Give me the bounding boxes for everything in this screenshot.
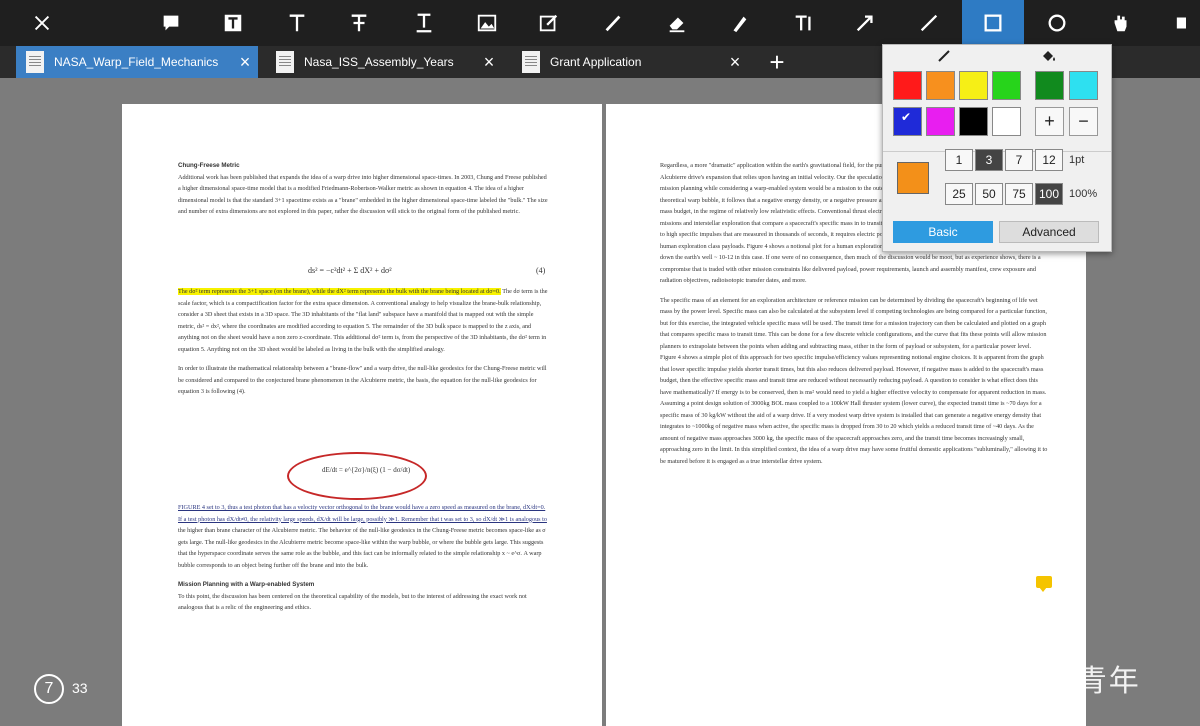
text-insert-icon[interactable] [772, 0, 834, 46]
text-box-icon[interactable] [202, 0, 264, 46]
highlighter-icon[interactable] [708, 0, 770, 46]
basic-mode-button[interactable]: Basic [893, 221, 993, 243]
opacity-button[interactable]: 75 [1005, 183, 1033, 205]
settings-icon[interactable] [1150, 0, 1200, 46]
main-toolbar [0, 0, 1200, 46]
stroke-size-button[interactable]: 12 [1035, 149, 1063, 171]
advanced-mode-button[interactable]: Advanced [999, 221, 1099, 243]
watermark: 知乎 @才华无量青年 [842, 665, 1141, 698]
pen-icon[interactable] [937, 49, 951, 66]
total-pages: 33 [72, 680, 88, 696]
tab-label: Grant Application [550, 55, 642, 69]
comment-note-icon[interactable] [1036, 576, 1052, 592]
line-icon[interactable] [898, 0, 960, 46]
color-swatch-light-green[interactable] [992, 71, 1021, 100]
stroke-size-unit: 1pt [1069, 154, 1085, 166]
opacity-button[interactable]: 50 [975, 183, 1003, 205]
tab-label: Nasa_ISS_Assembly_Years [304, 55, 454, 69]
close-tab-icon[interactable]: × [232, 52, 258, 73]
shape-style-popup: + − 1 3 7 12 1pt 25 50 75 100 100% Basic… [882, 44, 1112, 252]
tab-nasa-iss-assembly[interactable]: Nasa_ISS_Assembly_Years × [266, 46, 502, 78]
pen-icon[interactable] [582, 0, 644, 46]
close-tab-icon[interactable]: × [476, 52, 502, 73]
eraser-icon[interactable] [646, 0, 708, 46]
pdf-page-left: Chung-Freese Metric Additional work has … [122, 104, 602, 726]
tab-grant-application[interactable]: Grant Application × [512, 46, 748, 78]
arrow-icon[interactable] [834, 0, 896, 46]
current-page-indicator[interactable]: 7 [34, 674, 64, 704]
tab-nasa-warp-field[interactable]: NASA_Warp_Field_Mechanics × [16, 46, 258, 78]
circle-icon[interactable] [1026, 0, 1088, 46]
popup-tabs [883, 45, 1111, 67]
strikethrough-icon[interactable] [328, 0, 390, 46]
document-icon [522, 51, 540, 73]
hand-icon[interactable] [1090, 0, 1152, 46]
equation-number: (4) [536, 266, 546, 275]
text-icon[interactable] [266, 0, 328, 46]
equation-4: ds² = −c²dt² + Σ dX² + dσ² [308, 266, 392, 275]
color-swatch-black[interactable] [959, 107, 988, 136]
color-preview [897, 162, 929, 194]
rectangle-icon[interactable] [962, 0, 1024, 46]
opacity-button-selected[interactable]: 100 [1035, 183, 1063, 205]
paint-bucket-icon[interactable] [1041, 49, 1057, 66]
new-tab-button[interactable]: + [764, 46, 790, 78]
close-tab-icon[interactable]: × [722, 52, 748, 73]
color-swatch-blue[interactable] [893, 107, 922, 136]
page-text-column: FIGURE 4 set to 3, thus a test photon th… [178, 504, 547, 611]
stroke-size-button[interactable]: 1 [945, 149, 973, 171]
close-icon[interactable] [10, 0, 74, 46]
remove-color-button[interactable]: − [1069, 107, 1098, 136]
edit-icon[interactable] [518, 0, 580, 46]
opacity-unit: 100% [1069, 188, 1098, 200]
opacity-button[interactable]: 25 [945, 183, 973, 205]
color-swatch-red[interactable] [893, 71, 922, 100]
page-text-column: Chung-Freese Metric Additional work has … [178, 162, 548, 215]
color-swatch-dark-green[interactable] [1035, 71, 1064, 100]
color-swatch-white[interactable] [992, 107, 1021, 136]
stroke-size-button-selected[interactable]: 3 [975, 149, 1003, 171]
tab-label: NASA_Warp_Field_Mechanics [54, 55, 219, 69]
color-swatch-magenta[interactable] [926, 107, 955, 136]
underline-text-icon[interactable] [393, 0, 455, 46]
section-heading: Mission Planning with a Warp-enabled Sys… [178, 581, 315, 588]
page-text-column: The dσ² term represents the 3+1 space (o… [178, 288, 548, 395]
stroke-size-button[interactable]: 7 [1005, 149, 1033, 171]
add-color-button[interactable]: + [1035, 107, 1064, 136]
comment-icon[interactable] [140, 0, 202, 46]
document-icon [276, 51, 294, 73]
image-icon[interactable] [456, 0, 518, 46]
document-icon [26, 51, 44, 73]
color-swatch-yellow[interactable] [959, 71, 988, 100]
color-swatch-cyan[interactable] [1069, 71, 1098, 100]
section-heading: Chung-Freese Metric [178, 162, 240, 169]
color-swatch-orange[interactable] [926, 71, 955, 100]
red-circle-annotation[interactable] [287, 452, 427, 500]
